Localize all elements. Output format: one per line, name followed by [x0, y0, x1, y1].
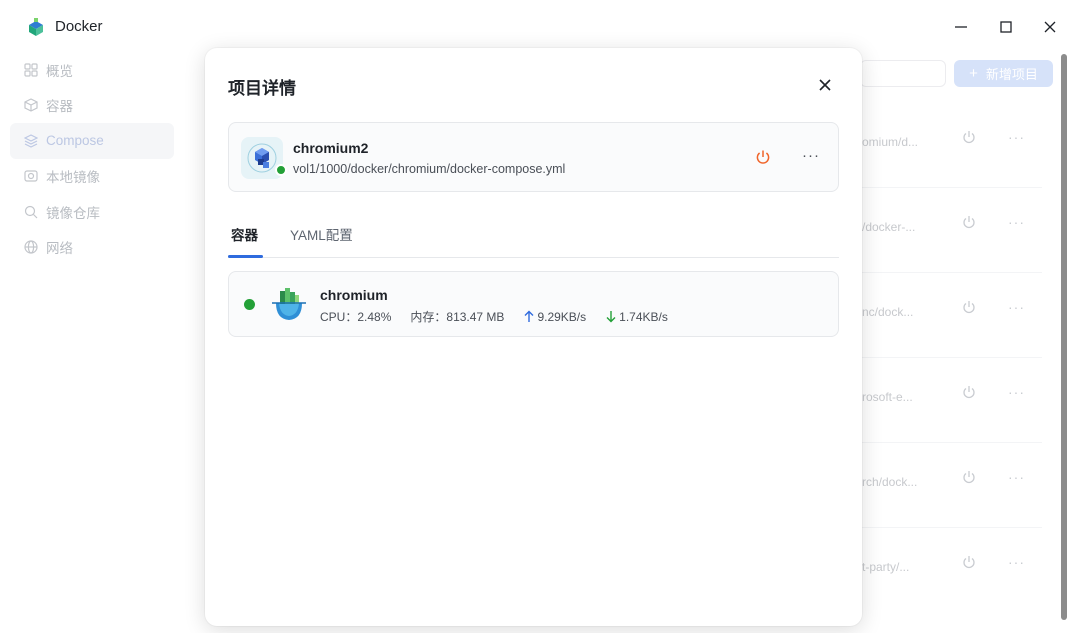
close-icon	[1044, 21, 1056, 33]
container-name: chromium	[320, 287, 388, 303]
sidebar-item-registry[interactable]: 镜像仓库	[10, 194, 200, 230]
project-path: t-party/...	[862, 560, 910, 574]
power-icon[interactable]	[962, 470, 976, 484]
more-icon[interactable]: ···	[1008, 469, 1025, 485]
docker-app-icon	[29, 18, 43, 36]
power-icon[interactable]	[962, 555, 976, 569]
dialog-close-icon[interactable]	[816, 76, 834, 94]
power-icon[interactable]	[962, 130, 976, 144]
more-icon[interactable]: ···	[1008, 299, 1025, 315]
background-project-row[interactable]: /docker-... ···	[862, 188, 1042, 273]
memory-label: 内存：	[410, 310, 447, 324]
cpu-stat: CPU： 2.48%	[320, 308, 391, 325]
search-icon	[24, 205, 38, 219]
sidebar: 概览 容器 Compose 本地镜像 镜像仓库 网络	[10, 52, 200, 265]
sidebar-item-containers[interactable]: 容器	[10, 88, 200, 124]
project-summary-card: chromium2 vol1/1000/docker/chromium/dock…	[228, 122, 839, 192]
power-icon[interactable]	[962, 385, 976, 399]
status-indicator	[244, 299, 255, 310]
background-project-row[interactable]: omium/d... ···	[862, 103, 1042, 188]
minimize-button[interactable]	[950, 16, 972, 38]
project-path: omium/d...	[862, 135, 919, 149]
more-options-icon[interactable]: ···	[802, 147, 820, 164]
maximize-button[interactable]	[995, 16, 1017, 38]
cpu-label: CPU：	[320, 310, 358, 324]
background-project-row[interactable]: nc/dock... ···	[862, 273, 1042, 358]
more-icon[interactable]: ···	[1008, 384, 1025, 400]
tab-label: 容器	[231, 228, 258, 243]
arrow-up-icon	[524, 310, 534, 322]
power-icon[interactable]	[962, 300, 976, 314]
sidebar-item-label: 镜像仓库	[46, 205, 100, 221]
tab-containers[interactable]: 容器	[231, 224, 258, 258]
power-icon[interactable]	[962, 215, 976, 229]
status-indicator	[275, 164, 287, 176]
sidebar-item-compose[interactable]: Compose	[10, 123, 174, 159]
sidebar-item-label: 概览	[46, 63, 73, 79]
download-rate: 1.74KB/s	[619, 309, 668, 324]
project-path: nc/dock...	[862, 305, 914, 319]
background-project-row[interactable]: rch/dock... ···	[862, 443, 1042, 528]
tab-yaml-config[interactable]: YAML配置	[290, 224, 353, 258]
download-stat: 1.74KB/s	[606, 310, 668, 324]
memory-value: 813.47 MB	[446, 309, 505, 324]
project-path: rosoft-e...	[862, 390, 913, 404]
upload-rate: 9.29KB/s	[537, 309, 587, 324]
image-icon	[24, 170, 38, 182]
sidebar-item-label: 本地镜像	[46, 170, 100, 186]
title-bar: Docker	[0, 0, 1080, 52]
power-icon[interactable]	[755, 149, 771, 165]
background-project-row[interactable]: rosoft-e... ···	[862, 358, 1042, 443]
project-path: rch/dock...	[862, 475, 918, 489]
sidebar-item-label: 网络	[46, 241, 73, 257]
plus-icon: +	[969, 65, 978, 82]
more-icon[interactable]: ···	[1008, 554, 1025, 570]
upload-stat: 9.29KB/s	[524, 310, 586, 324]
new-project-label: 新增项目	[985, 67, 1038, 82]
minimize-icon	[955, 26, 967, 28]
sidebar-item-network[interactable]: 网络	[10, 230, 200, 266]
more-icon[interactable]: ···	[1008, 129, 1025, 145]
docker-window: Docker 概览 容器 Compose 本地镜像 镜像仓库 网络 + 新增项目…	[0, 0, 1080, 633]
memory-stat: 内存： 813.47 MB	[410, 308, 504, 325]
project-compose-path: vol1/1000/docker/chromium/docker-compose…	[293, 162, 566, 176]
cpu-value: 2.48%	[357, 309, 392, 324]
sidebar-item-local-images[interactable]: 本地镜像	[10, 159, 200, 195]
tab-label: YAML配置	[290, 228, 353, 243]
sidebar-item-overview[interactable]: 概览	[10, 52, 200, 88]
arrow-down-icon	[606, 311, 616, 323]
chromium-container-icon	[272, 288, 306, 320]
globe-icon	[24, 240, 38, 254]
window-title: Docker	[55, 18, 103, 35]
tab-bar: 容器 YAML配置	[228, 218, 839, 258]
project-details-dialog: 项目详情 chromium2 vol1/1000/docker/chromium…	[205, 48, 862, 626]
dialog-title: 项目详情	[228, 79, 296, 98]
sidebar-item-label: Compose	[46, 133, 104, 149]
project-path: /docker-...	[862, 220, 916, 234]
container-row[interactable]: chromium CPU： 2.48% 内存： 813.47 MB 9.29KB…	[228, 271, 839, 337]
background-project-row[interactable]: t-party/... ···	[862, 528, 1042, 613]
active-tab-indicator	[228, 255, 263, 258]
new-project-button[interactable]: + 新增项目	[954, 60, 1053, 87]
grid-icon	[24, 63, 38, 77]
layers-icon	[24, 134, 38, 148]
scrollbar[interactable]	[1061, 54, 1067, 620]
container-stats: CPU： 2.48% 内存： 813.47 MB 9.29KB/s 1.74KB…	[320, 308, 668, 325]
more-icon[interactable]: ···	[1008, 214, 1025, 230]
sidebar-item-label: 容器	[46, 99, 73, 115]
maximize-icon	[1000, 21, 1012, 33]
project-name: chromium2	[293, 140, 369, 156]
background-search-input[interactable]	[860, 60, 946, 87]
close-button[interactable]	[1039, 16, 1061, 38]
box-icon	[24, 98, 38, 112]
